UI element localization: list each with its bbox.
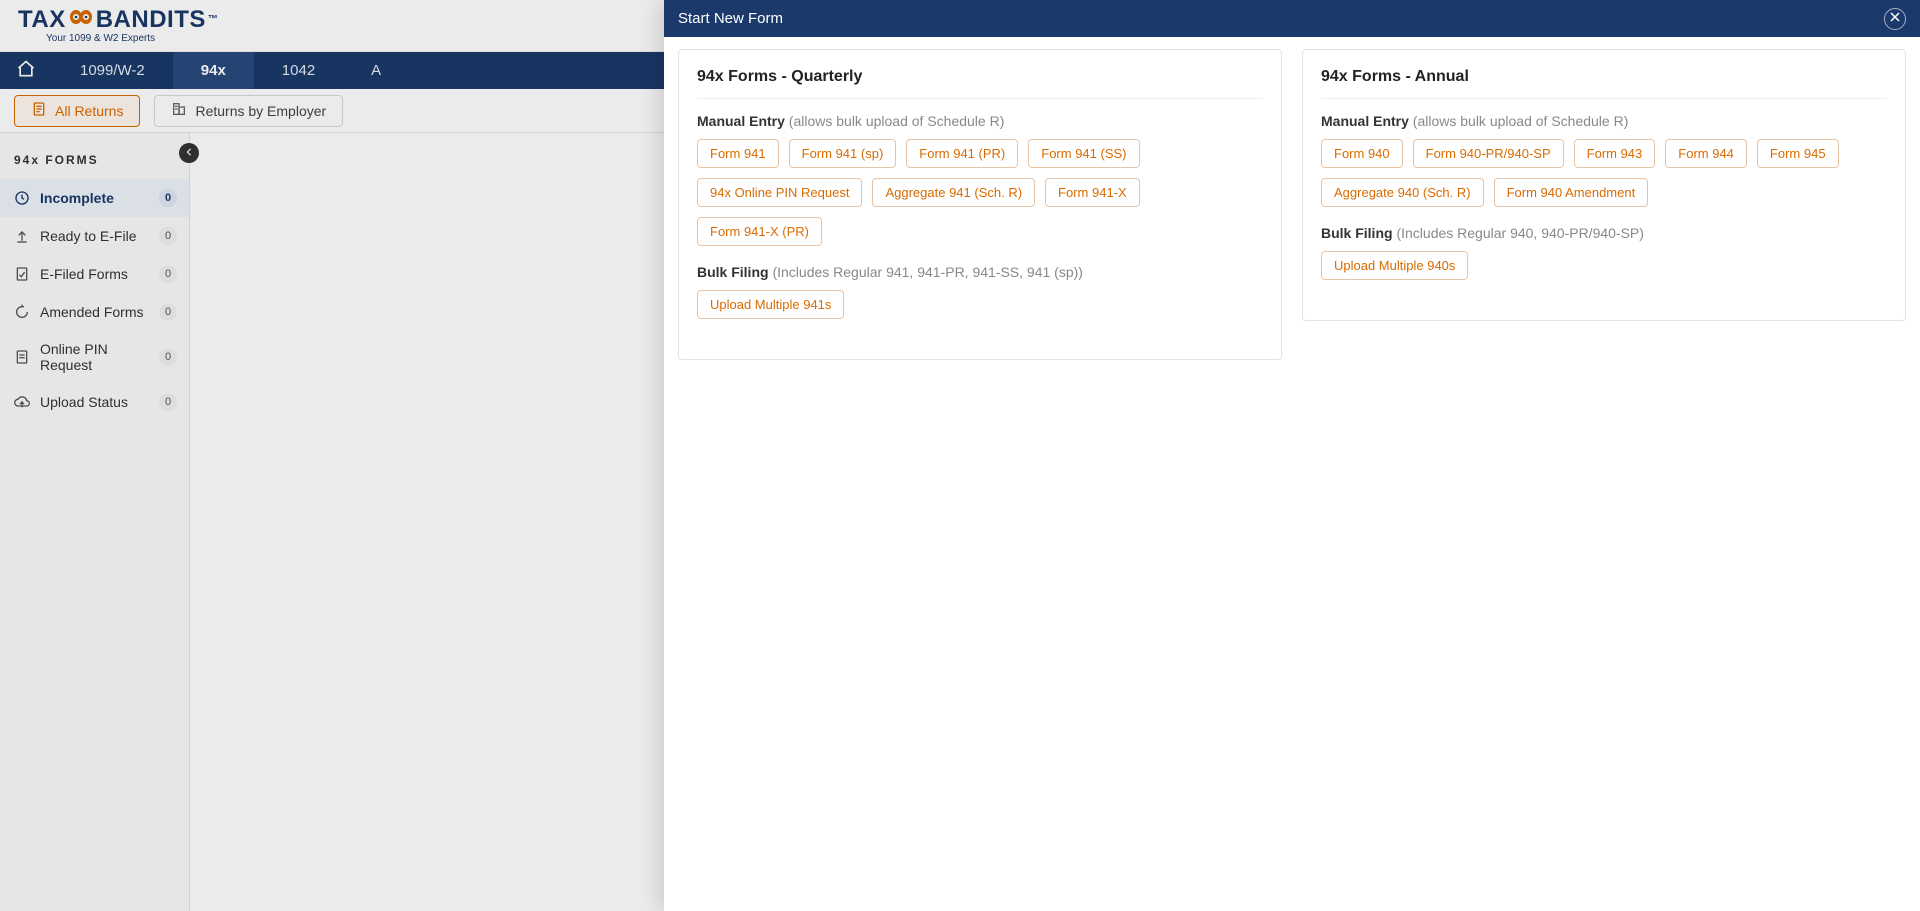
bulk-filing-text: Bulk Filing bbox=[1321, 225, 1393, 241]
form-945-button[interactable]: Form 945 bbox=[1757, 139, 1839, 168]
panel-heading: 94x Forms - Annual bbox=[1321, 68, 1887, 99]
aggregate-941-schr-button[interactable]: Aggregate 941 (Sch. R) bbox=[872, 178, 1035, 207]
manual-entry-label: Manual Entry (allows bulk upload of Sche… bbox=[1321, 113, 1887, 129]
modal-close-button[interactable] bbox=[1884, 8, 1906, 30]
manual-entry-text: Manual Entry bbox=[697, 113, 785, 129]
manual-entry-label: Manual Entry (allows bulk upload of Sche… bbox=[697, 113, 1263, 129]
form-941-button[interactable]: Form 941 bbox=[697, 139, 779, 168]
start-new-form-modal: Start New Form 94x Forms - Quarterly Man… bbox=[664, 0, 1920, 911]
form-944-button[interactable]: Form 944 bbox=[1665, 139, 1747, 168]
close-icon bbox=[1889, 10, 1901, 27]
form-941-pr-button[interactable]: Form 941 (PR) bbox=[906, 139, 1018, 168]
modal-body: 94x Forms - Quarterly Manual Entry (allo… bbox=[664, 37, 1920, 911]
upload-multiple-940s-button[interactable]: Upload Multiple 940s bbox=[1321, 251, 1468, 280]
bulk-filing-label: Bulk Filing (Includes Regular 941, 941-P… bbox=[697, 264, 1263, 280]
form-940-button[interactable]: Form 940 bbox=[1321, 139, 1403, 168]
94x-online-pin-request-button[interactable]: 94x Online PIN Request bbox=[697, 178, 862, 207]
panel-94x-annual: 94x Forms - Annual Manual Entry (allows … bbox=[1302, 49, 1906, 321]
form-941x-button[interactable]: Form 941-X bbox=[1045, 178, 1140, 207]
aggregate-940-schr-button[interactable]: Aggregate 940 (Sch. R) bbox=[1321, 178, 1484, 207]
panel-94x-quarterly: 94x Forms - Quarterly Manual Entry (allo… bbox=[678, 49, 1282, 360]
quarterly-manual-buttons: Form 941 Form 941 (sp) Form 941 (PR) For… bbox=[697, 139, 1263, 246]
bulk-filing-text: Bulk Filing bbox=[697, 264, 769, 280]
form-943-button[interactable]: Form 943 bbox=[1574, 139, 1656, 168]
annual-bulk-buttons: Upload Multiple 940s bbox=[1321, 251, 1887, 280]
bulk-filing-hint: (Includes Regular 941, 941-PR, 941-SS, 9… bbox=[772, 264, 1083, 280]
manual-entry-text: Manual Entry bbox=[1321, 113, 1409, 129]
modal-header: Start New Form bbox=[664, 0, 1920, 37]
panel-heading: 94x Forms - Quarterly bbox=[697, 68, 1263, 99]
form-940-pr-sp-button[interactable]: Form 940-PR/940-SP bbox=[1413, 139, 1564, 168]
form-941x-pr-button[interactable]: Form 941-X (PR) bbox=[697, 217, 822, 246]
bulk-filing-label: Bulk Filing (Includes Regular 940, 940-P… bbox=[1321, 225, 1887, 241]
upload-multiple-941s-button[interactable]: Upload Multiple 941s bbox=[697, 290, 844, 319]
manual-entry-hint: (allows bulk upload of Schedule R) bbox=[1413, 113, 1629, 129]
bulk-filing-hint: (Includes Regular 940, 940-PR/940-SP) bbox=[1396, 225, 1643, 241]
manual-entry-hint: (allows bulk upload of Schedule R) bbox=[789, 113, 1005, 129]
quarterly-bulk-buttons: Upload Multiple 941s bbox=[697, 290, 1263, 319]
form-941-sp-button[interactable]: Form 941 (sp) bbox=[789, 139, 897, 168]
form-941-ss-button[interactable]: Form 941 (SS) bbox=[1028, 139, 1139, 168]
form-940-amendment-button[interactable]: Form 940 Amendment bbox=[1494, 178, 1649, 207]
modal-title: Start New Form bbox=[678, 10, 783, 27]
annual-manual-buttons: Form 940 Form 940-PR/940-SP Form 943 For… bbox=[1321, 139, 1887, 207]
